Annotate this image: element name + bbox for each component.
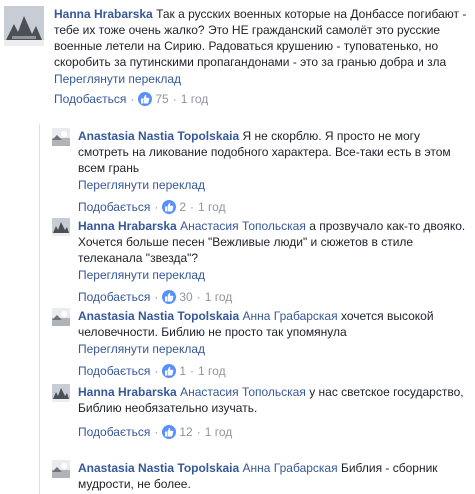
comment-author[interactable]: Hanna Hrabarska	[78, 219, 177, 233]
separator-dot: ·	[154, 200, 159, 214]
comment-timestamp[interactable]: 1 год	[181, 92, 209, 106]
separator-dot: ·	[196, 425, 201, 439]
separator-dot: ·	[154, 364, 159, 378]
reply-anastasia-3: Anastasia Nastia Topolskaia Анна Грабарс…	[52, 460, 472, 494]
see-translation-link[interactable]: Переглянути переклад	[78, 267, 205, 283]
see-translation-link[interactable]: Переглянути переклад	[54, 71, 181, 87]
separator-dot: ·	[196, 290, 201, 304]
like-count[interactable]: 12	[179, 425, 192, 439]
thumbs-up-icon[interactable]	[162, 200, 177, 214]
reply-anastasia-1: Anastasia Nastia Topolskaia Я не скорблю…	[52, 128, 472, 214]
reply-hanna-1: Hanna Hrabarska Анастасия Топольская а п…	[52, 218, 472, 304]
mention-link[interactable]: Анастасия Топольская	[180, 385, 306, 399]
mention-link[interactable]: Анна Грабарская	[243, 309, 338, 323]
avatar-hanna-icon[interactable]	[52, 384, 70, 402]
like-button[interactable]: Подобається	[78, 200, 150, 214]
separator-dot: ·	[190, 200, 195, 214]
comment-author[interactable]: Hanna Hrabarska	[78, 385, 177, 399]
comment-hanna-1: Hanna Hrabarska Так а русских военных ко…	[4, 6, 472, 122]
thumbs-up-icon[interactable]	[162, 364, 177, 378]
like-count[interactable]: 30	[179, 290, 192, 304]
separator-dot: ·	[154, 290, 159, 304]
separator-dot: ·	[130, 92, 135, 106]
like-count[interactable]: 75	[155, 92, 168, 106]
like-button[interactable]: Подобається	[78, 425, 150, 439]
avatar-hanna-icon[interactable]	[52, 218, 70, 236]
comment-author[interactable]: Anastasia Nastia Topolskaia	[78, 129, 239, 143]
thumbs-up-icon[interactable]	[138, 92, 153, 106]
see-translation-link[interactable]: Переглянути переклад	[78, 341, 205, 357]
comment-author[interactable]: Hanna Hrabarska	[54, 7, 153, 21]
mention-link[interactable]: Анна Грабарская	[243, 461, 338, 475]
thumbs-up-icon[interactable]	[162, 425, 177, 439]
separator-dot: ·	[154, 425, 159, 439]
see-translation-link[interactable]: Переглянути переклад	[78, 177, 205, 193]
avatar-anastasia-icon[interactable]	[52, 128, 70, 146]
comment-timestamp[interactable]: 1 год	[198, 364, 226, 378]
avatar-hanna-icon[interactable]	[4, 6, 44, 46]
comment-timestamp[interactable]: 1 год	[198, 200, 226, 214]
comment-timestamp[interactable]: 1 год	[205, 425, 233, 439]
reply-hanna-2: Hanna Hrabarska Анастасия Топольская у н…	[52, 384, 472, 450]
like-count[interactable]: 2	[179, 200, 186, 214]
mention-link[interactable]: Анастасия Топольская	[180, 219, 306, 233]
separator-dot: ·	[190, 364, 195, 378]
like-button[interactable]: Подобається	[78, 364, 150, 378]
like-button[interactable]: Подобається	[78, 290, 150, 304]
thumbs-up-icon[interactable]	[162, 290, 177, 304]
comment-author[interactable]: Anastasia Nastia Topolskaia	[78, 309, 239, 323]
reply-thread-line	[39, 124, 40, 494]
comment-author[interactable]: Anastasia Nastia Topolskaia	[78, 461, 239, 475]
avatar-anastasia-icon[interactable]	[52, 460, 70, 478]
like-count[interactable]: 1	[179, 364, 186, 378]
avatar-anastasia-icon[interactable]	[52, 308, 70, 326]
separator-dot: ·	[172, 92, 177, 106]
comment-timestamp[interactable]: 1 год	[205, 290, 233, 304]
reply-anastasia-2: Anastasia Nastia Topolskaia Анна Грабарс…	[52, 308, 472, 378]
like-button[interactable]: Подобається	[54, 92, 126, 106]
